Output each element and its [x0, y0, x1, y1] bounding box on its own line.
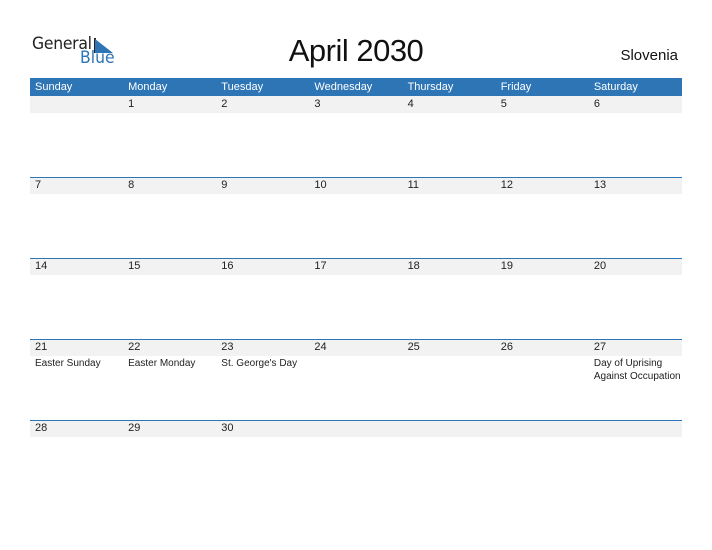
day-number: 22: [128, 341, 141, 353]
day-cell: 21 Easter Sunday: [30, 339, 123, 420]
week-row: 1 2 3 4 5 6: [30, 96, 682, 177]
holiday-label: Easter Sunday: [35, 358, 101, 369]
holiday-label: St. George's Day: [221, 358, 298, 369]
day-number: 16: [221, 260, 234, 272]
day-cell: 8: [123, 177, 216, 258]
day-cell: 4: [403, 96, 496, 177]
day-cell: 29: [123, 420, 216, 501]
weekday-header-tuesday: Tuesday: [221, 81, 264, 93]
day-cell: 6: [589, 96, 682, 177]
day-cell: 7: [30, 177, 123, 258]
day-cell: 25: [403, 339, 496, 420]
day-number: 20: [593, 260, 607, 272]
day-cell: 17: [309, 258, 402, 339]
day-cell: 1: [123, 96, 216, 177]
weekday-header-wednesday: Wednesday: [314, 81, 373, 93]
day-cell: 3: [309, 96, 402, 177]
day-cell: 24: [309, 339, 402, 420]
day-cell: [589, 420, 682, 501]
day-cell: 16: [216, 258, 309, 339]
day-number: 5: [500, 98, 507, 110]
day-number: 25: [407, 341, 420, 353]
day-cell: 27 Day of Uprising Against Occupation: [589, 339, 682, 420]
day-cell: [496, 420, 589, 501]
day-number: 1: [128, 98, 135, 110]
day-cell: [30, 96, 123, 177]
weekday-header: Sunday Monday Tuesday Wednesday Thursday Frid…: [30, 78, 682, 96]
day-number: 9: [221, 179, 228, 191]
day-number: 8: [128, 179, 135, 191]
day-cell: 11: [403, 177, 496, 258]
day-cell: 14: [30, 258, 123, 339]
day-number: 21: [35, 341, 48, 353]
week-row: 14 15 16 17 18 19 20: [30, 258, 682, 339]
week-row: 28 29 30: [30, 420, 682, 501]
day-number: 27: [593, 341, 607, 353]
holiday-label: Easter Monday: [128, 358, 196, 369]
day-cell: 22 Easter Monday: [123, 339, 216, 420]
day-cell: 30: [216, 420, 309, 501]
day-cell: 20: [589, 258, 682, 339]
day-number: 18: [407, 260, 420, 272]
day-number: 6: [593, 98, 600, 110]
weekday-header-sunday: Sunday: [35, 81, 73, 93]
day-cell: 28: [30, 420, 123, 501]
day-number: 26: [500, 341, 513, 353]
day-cell: 12: [496, 177, 589, 258]
week-row: 7 8 9 10 11 12 13: [30, 177, 682, 258]
day-number: 3: [314, 98, 321, 110]
day-cell: 15: [123, 258, 216, 339]
day-cell: [403, 420, 496, 501]
week-row: 21 Easter Sunday 22 Easter Monday 23 St. Geor…: [30, 339, 682, 420]
day-number: 19: [500, 260, 513, 272]
calendar-title: April 2030: [288, 33, 424, 68]
day-cell: 18: [403, 258, 496, 339]
day-number: 14: [35, 260, 48, 272]
day-number: 30: [221, 422, 234, 434]
day-cell: 10: [309, 177, 402, 258]
weekday-header-thursday: Thursday: [407, 81, 454, 93]
day-number: 7: [35, 179, 42, 191]
day-number: 10: [314, 179, 327, 191]
country-label: Slovenia: [620, 47, 678, 64]
weekday-header-monday: Monday: [128, 81, 168, 93]
day-cell: 2: [216, 96, 309, 177]
day-number: 13: [593, 179, 607, 191]
day-number: 24: [314, 341, 327, 353]
day-number: 2: [221, 98, 228, 110]
day-number: 15: [128, 260, 141, 272]
day-number: 11: [407, 179, 419, 191]
holiday-label: Day of Uprising Against Occupation: [593, 358, 681, 382]
day-number: 29: [128, 422, 141, 434]
day-number: 17: [314, 260, 327, 272]
weekday-header-saturday: Saturday: [593, 81, 638, 93]
day-number: 23: [221, 341, 234, 353]
day-number: 28: [35, 422, 48, 434]
day-cell: [309, 420, 402, 501]
day-number: 12: [500, 179, 513, 191]
day-cell: 9: [216, 177, 309, 258]
weekday-header-friday: Friday: [500, 81, 532, 93]
day-cell: 19: [496, 258, 589, 339]
day-cell: 13: [589, 177, 682, 258]
day-cell: 26: [496, 339, 589, 420]
day-cell: 23 St. George's Day: [216, 339, 309, 420]
day-number: 4: [407, 98, 414, 110]
day-cell: 5: [496, 96, 589, 177]
